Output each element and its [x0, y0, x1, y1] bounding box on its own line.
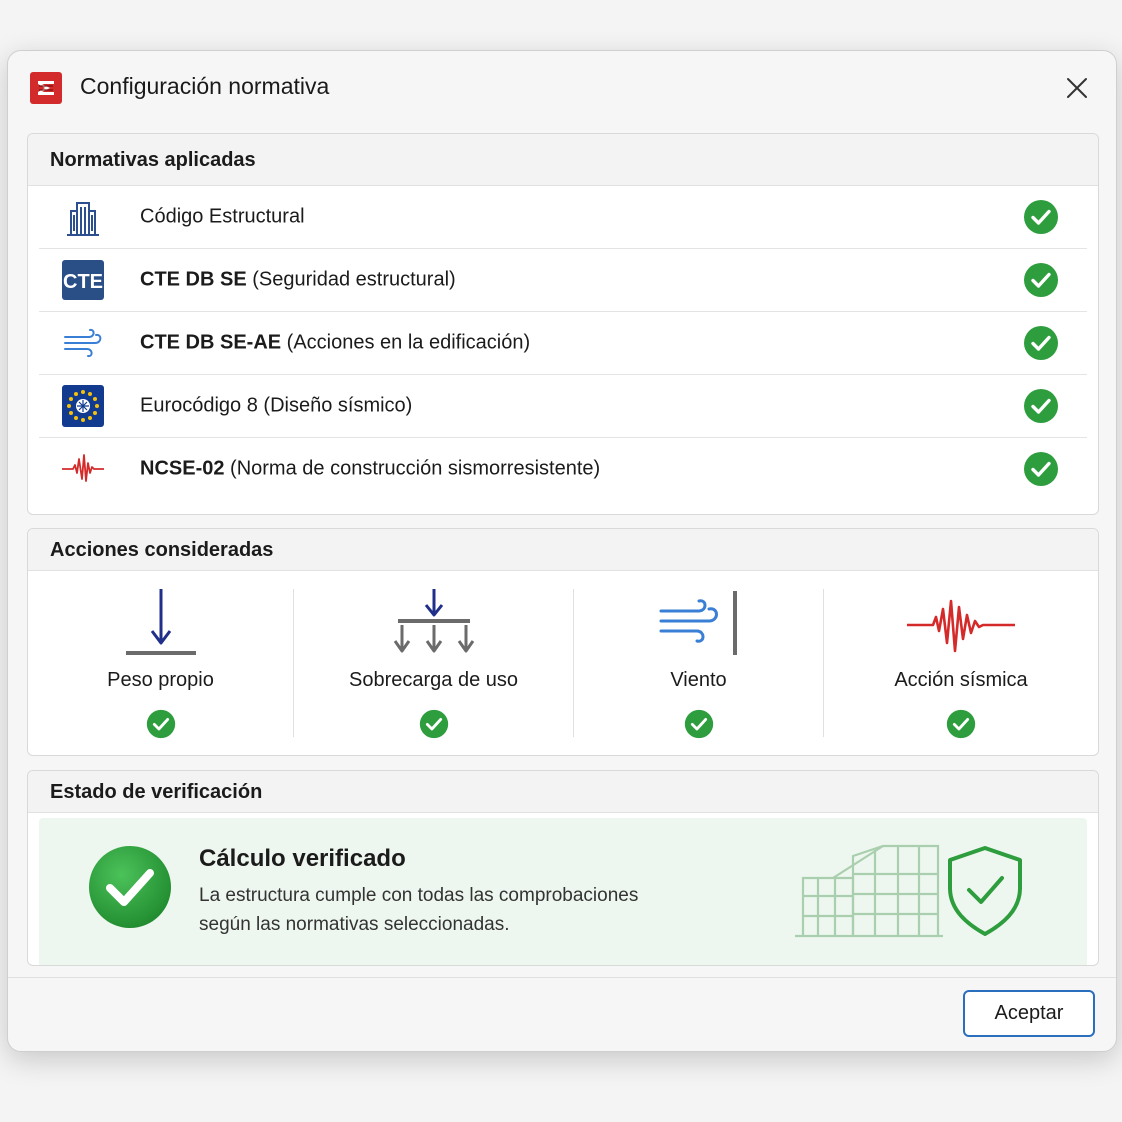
- status-title: Cálculo verificado: [199, 845, 406, 872]
- accion-sobrecarga-de-uso: Sobrecarga de uso: [294, 571, 573, 755]
- normativas-header: Normativas aplicadas: [28, 134, 1098, 186]
- live-load-icon: [393, 589, 474, 653]
- seismic-action-icon: [907, 599, 1015, 653]
- status-description: La estructura cumple con todas las compr…: [199, 885, 639, 935]
- check-circle-icon: [419, 709, 448, 739]
- check-circle-icon: [1024, 326, 1058, 360]
- norm-row-eurocodigo-8: Eurocódigo 8 (Diseño sísmico): [39, 375, 1087, 438]
- norm-label: Eurocódigo 8 (Diseño sísmico): [140, 394, 413, 417]
- wind-icon: [64, 328, 102, 358]
- accion-label: Peso propio: [107, 669, 214, 691]
- norm-label: Código Estructural: [140, 205, 305, 228]
- wind-load-icon: [659, 591, 737, 655]
- dialog-title: Configuración normativa: [80, 73, 330, 99]
- accept-button[interactable]: Aceptar: [963, 990, 1095, 1037]
- accion-label: Sobrecarga de uso: [348, 669, 518, 691]
- verification-status: Cálculo verificado La estructura cumple …: [39, 818, 1087, 965]
- check-circle-icon: [1024, 452, 1058, 486]
- norm-row-cte-db-se: CTE CTE DB SE (Seguridad estructural): [39, 249, 1087, 312]
- estado-panel: Estado de verificación Cálculo verificad…: [27, 770, 1099, 966]
- footer-divider: [8, 977, 1116, 978]
- norm-row-codigo-estructural: Código Estructural: [39, 186, 1087, 249]
- check-circle-icon: [684, 709, 713, 739]
- acciones-header: Acciones consideradas: [28, 529, 1098, 571]
- acciones-panel: Acciones consideradas Peso propio Sobrec…: [27, 528, 1099, 756]
- estado-header: Estado de verificación: [28, 771, 1098, 813]
- check-circle-icon: [1024, 263, 1058, 297]
- big-check-icon: [89, 846, 171, 928]
- acciones-list: Peso propio Sobrecarga de uso Viento Acc…: [28, 571, 1098, 755]
- building-shield-illustration: [795, 844, 1022, 938]
- cte-icon: CTE: [62, 260, 104, 300]
- norm-label: NCSE-02 (Norma de construcción sismorres…: [140, 457, 601, 480]
- accion-peso-propio: Peso propio: [28, 571, 293, 755]
- accion-sismica: Acción sísmica: [824, 571, 1098, 755]
- seismic-wave-icon: [62, 454, 104, 482]
- config-dialog: Configuración normativa Normativas aplic…: [7, 50, 1117, 1052]
- accion-label: Viento: [670, 669, 727, 691]
- dead-load-icon: [125, 589, 196, 655]
- svg-text:CTE: CTE: [63, 271, 103, 293]
- normativas-panel: Normativas aplicadas Código Estructural …: [27, 133, 1099, 515]
- check-circle-icon: [1024, 200, 1058, 234]
- norm-label: CTE DB SE (Seguridad estructural): [140, 268, 456, 291]
- app-logo-icon: [30, 72, 62, 104]
- accion-label: Acción sísmica: [894, 669, 1028, 691]
- check-circle-icon: [1024, 389, 1058, 423]
- building-icon: [67, 202, 99, 236]
- check-circle-icon: [146, 709, 175, 739]
- accion-viento: Viento: [574, 571, 823, 755]
- norm-label: CTE DB SE-AE (Acciones en la edificación…: [140, 331, 531, 354]
- close-icon[interactable]: [1062, 73, 1092, 103]
- norm-row-ncse-02: NCSE-02 (Norma de construcción sismorres…: [39, 438, 1087, 500]
- norm-row-cte-db-se-ae: CTE DB SE-AE (Acciones en la edificación…: [39, 312, 1087, 375]
- title-bar: Configuración normativa: [8, 51, 1116, 123]
- eu-flag-icon: [62, 385, 104, 427]
- check-circle-icon: [946, 709, 976, 739]
